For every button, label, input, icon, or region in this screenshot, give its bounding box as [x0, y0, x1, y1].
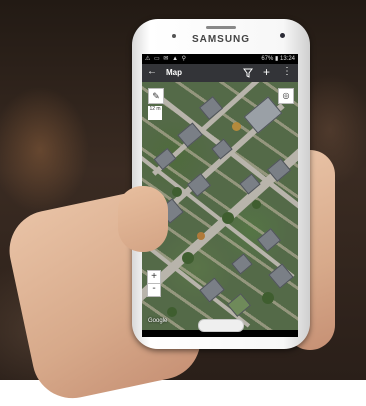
tree	[232, 122, 241, 131]
screen: ⚠ ▭ ✉ ▲ ⚲ 67% ▮ 13:24 ← Map + ⋮ ✎ 12 m ◎…	[142, 54, 298, 337]
add-icon[interactable]: +	[263, 65, 270, 79]
map-attribution: Google	[148, 318, 168, 324]
app-bar: ← Map + ⋮	[142, 64, 298, 82]
battery-percent: 67%	[261, 56, 274, 62]
back-arrow-icon[interactable]: ←	[147, 66, 157, 77]
status-icons: ⚠ ▭ ✉ ▲ ⚲	[145, 56, 188, 62]
zoom-in-button[interactable]: +	[147, 270, 161, 284]
location-button[interactable]: ◎	[278, 88, 294, 104]
status-bar: ⚠ ▭ ✉ ▲ ⚲ 67% ▮ 13:24	[142, 54, 298, 64]
battery-icon: ▮	[275, 56, 279, 62]
tree	[222, 212, 234, 224]
brand-logo: SAMSUNG	[191, 34, 251, 45]
zoom-out-button[interactable]: -	[147, 283, 161, 297]
status-right: 67% ▮ 13:24	[261, 54, 295, 64]
earpiece	[206, 26, 236, 29]
tree	[172, 187, 182, 197]
tree	[182, 252, 194, 264]
filter-icon[interactable]	[243, 68, 253, 78]
tree	[167, 307, 177, 317]
tree	[262, 292, 274, 304]
page-title: Map	[166, 68, 182, 77]
tree	[197, 232, 205, 240]
building	[231, 253, 253, 275]
building	[199, 277, 225, 303]
tree	[252, 200, 261, 209]
building	[243, 96, 283, 134]
building	[268, 263, 294, 289]
scale-label: 12 m	[148, 106, 162, 120]
phone: SAMSUNG ⚠ ▭ ✉ ▲ ⚲ 67% ▮ 13:24 ← Map + ⋮	[132, 19, 310, 349]
more-vertical-icon[interactable]: ⋮	[282, 66, 292, 77]
draw-tool-button[interactable]: ✎	[148, 88, 164, 104]
thumb	[118, 186, 168, 252]
home-button[interactable]	[198, 319, 244, 332]
clock: 13:24	[279, 56, 295, 62]
